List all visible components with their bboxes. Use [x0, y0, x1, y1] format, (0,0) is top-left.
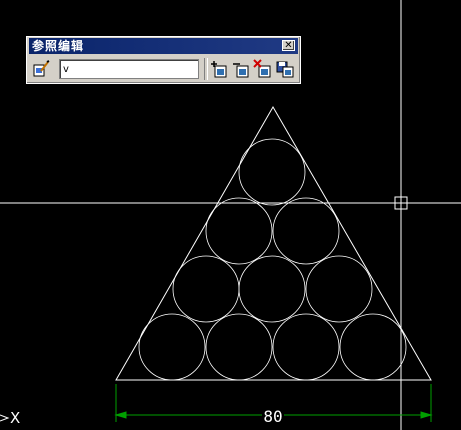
ucs-arrow-icon	[0, 414, 10, 422]
circle[interactable]	[238, 255, 306, 323]
discard-changes-button[interactable]	[253, 59, 273, 79]
toolbar-titlebar[interactable]: 参照编辑 ✕	[29, 38, 298, 54]
dimension-arrow-right	[420, 411, 433, 419]
close-icon: ✕	[284, 40, 293, 51]
circle[interactable]	[238, 138, 306, 206]
save-back-changes-button[interactable]	[275, 59, 295, 79]
circle[interactable]	[272, 313, 340, 381]
circle[interactable]	[205, 197, 273, 265]
toolbar-title: 参照编辑	[32, 39, 85, 53]
toolbar-separator	[204, 58, 208, 80]
circle[interactable]	[305, 255, 373, 323]
circle[interactable]	[339, 313, 407, 381]
remove-from-working-set-button[interactable]	[231, 59, 251, 79]
edit-reference-icon	[33, 60, 50, 77]
discard-changes-icon	[253, 59, 271, 78]
reference-name-field[interactable]	[59, 59, 199, 79]
ucs-x-axis-label: X	[10, 409, 21, 427]
close-button[interactable]: ✕	[282, 40, 295, 51]
add-to-working-set-icon	[211, 61, 227, 78]
add-to-working-set-button[interactable]	[209, 59, 229, 79]
dimension-text[interactable]: 80	[263, 407, 282, 426]
circle[interactable]	[205, 313, 273, 381]
save-back-changes-icon	[276, 61, 294, 78]
edit-reference-button[interactable]	[31, 59, 51, 79]
circle-stack[interactable]	[138, 138, 407, 381]
reference-edit-toolbar[interactable]: 参照编辑 ✕	[26, 36, 301, 84]
remove-from-working-set-icon	[233, 63, 249, 78]
circle[interactable]	[172, 255, 240, 323]
circle[interactable]	[138, 313, 206, 381]
triangle-outline[interactable]	[115, 105, 432, 381]
circle[interactable]	[272, 197, 340, 265]
dimension-arrow-left	[114, 411, 127, 419]
